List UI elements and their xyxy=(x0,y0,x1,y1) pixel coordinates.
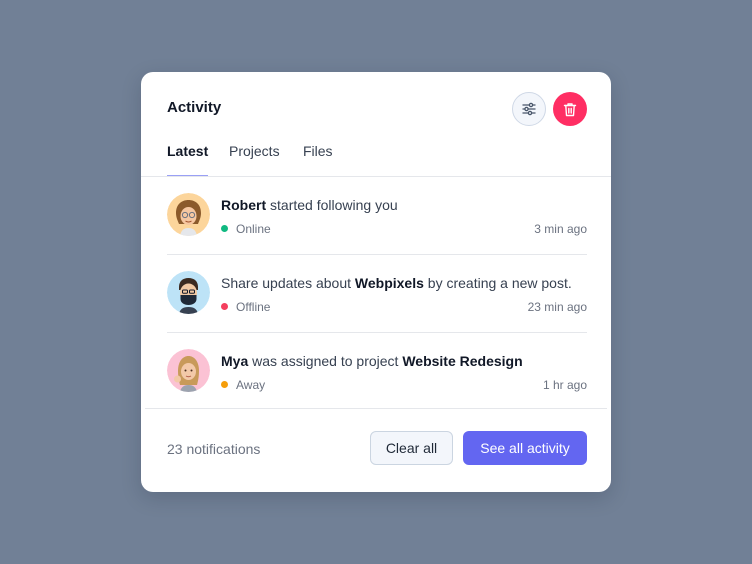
status-indicator: Away xyxy=(221,378,265,392)
activity-list: Robert started following you Online 3 mi… xyxy=(167,177,587,410)
status-indicator: Online xyxy=(221,222,271,236)
tab-files[interactable]: Files xyxy=(303,143,333,177)
trash-icon xyxy=(563,102,577,116)
timestamp: 1 hr ago xyxy=(542,378,587,392)
list-item[interactable]: Robert started following you Online 3 mi… xyxy=(167,177,587,255)
card-footer: 23 notifications Clear all See all activ… xyxy=(167,431,587,465)
list-item[interactable]: Mya was assigned to project Website Rede… xyxy=(167,333,587,410)
masked-man-avatar xyxy=(167,271,210,314)
status-indicator: Offline xyxy=(221,300,270,314)
activity-card: Activity Latest Projects Files Robert st… xyxy=(141,72,611,492)
sliders-icon xyxy=(522,102,536,116)
card-header: Activity xyxy=(167,92,587,126)
delete-button[interactable] xyxy=(553,92,587,126)
online-dot-icon xyxy=(221,225,228,232)
tab-latest[interactable]: Latest xyxy=(167,143,209,177)
away-dot-icon xyxy=(221,381,228,388)
footer-divider xyxy=(145,408,607,409)
activity-message: Share updates about Webpixels by creatin… xyxy=(221,275,572,291)
clear-all-button[interactable]: Clear all xyxy=(370,431,453,465)
robert-avatar xyxy=(167,193,210,236)
offline-dot-icon xyxy=(221,303,228,310)
card-title: Activity xyxy=(167,99,222,116)
timestamp: 3 min ago xyxy=(534,222,587,236)
see-all-activity-button[interactable]: See all activity xyxy=(463,431,587,465)
activity-message: Robert started following you xyxy=(221,197,398,213)
notification-count: 23 notifications xyxy=(167,441,261,457)
list-item[interactable]: Share updates about Webpixels by creatin… xyxy=(167,255,587,333)
mya-avatar xyxy=(167,349,210,392)
timestamp: 23 min ago xyxy=(527,300,587,314)
tab-projects[interactable]: Projects xyxy=(229,143,280,177)
filter-button[interactable] xyxy=(512,92,546,126)
activity-message: Mya was assigned to project Website Rede… xyxy=(221,353,523,369)
